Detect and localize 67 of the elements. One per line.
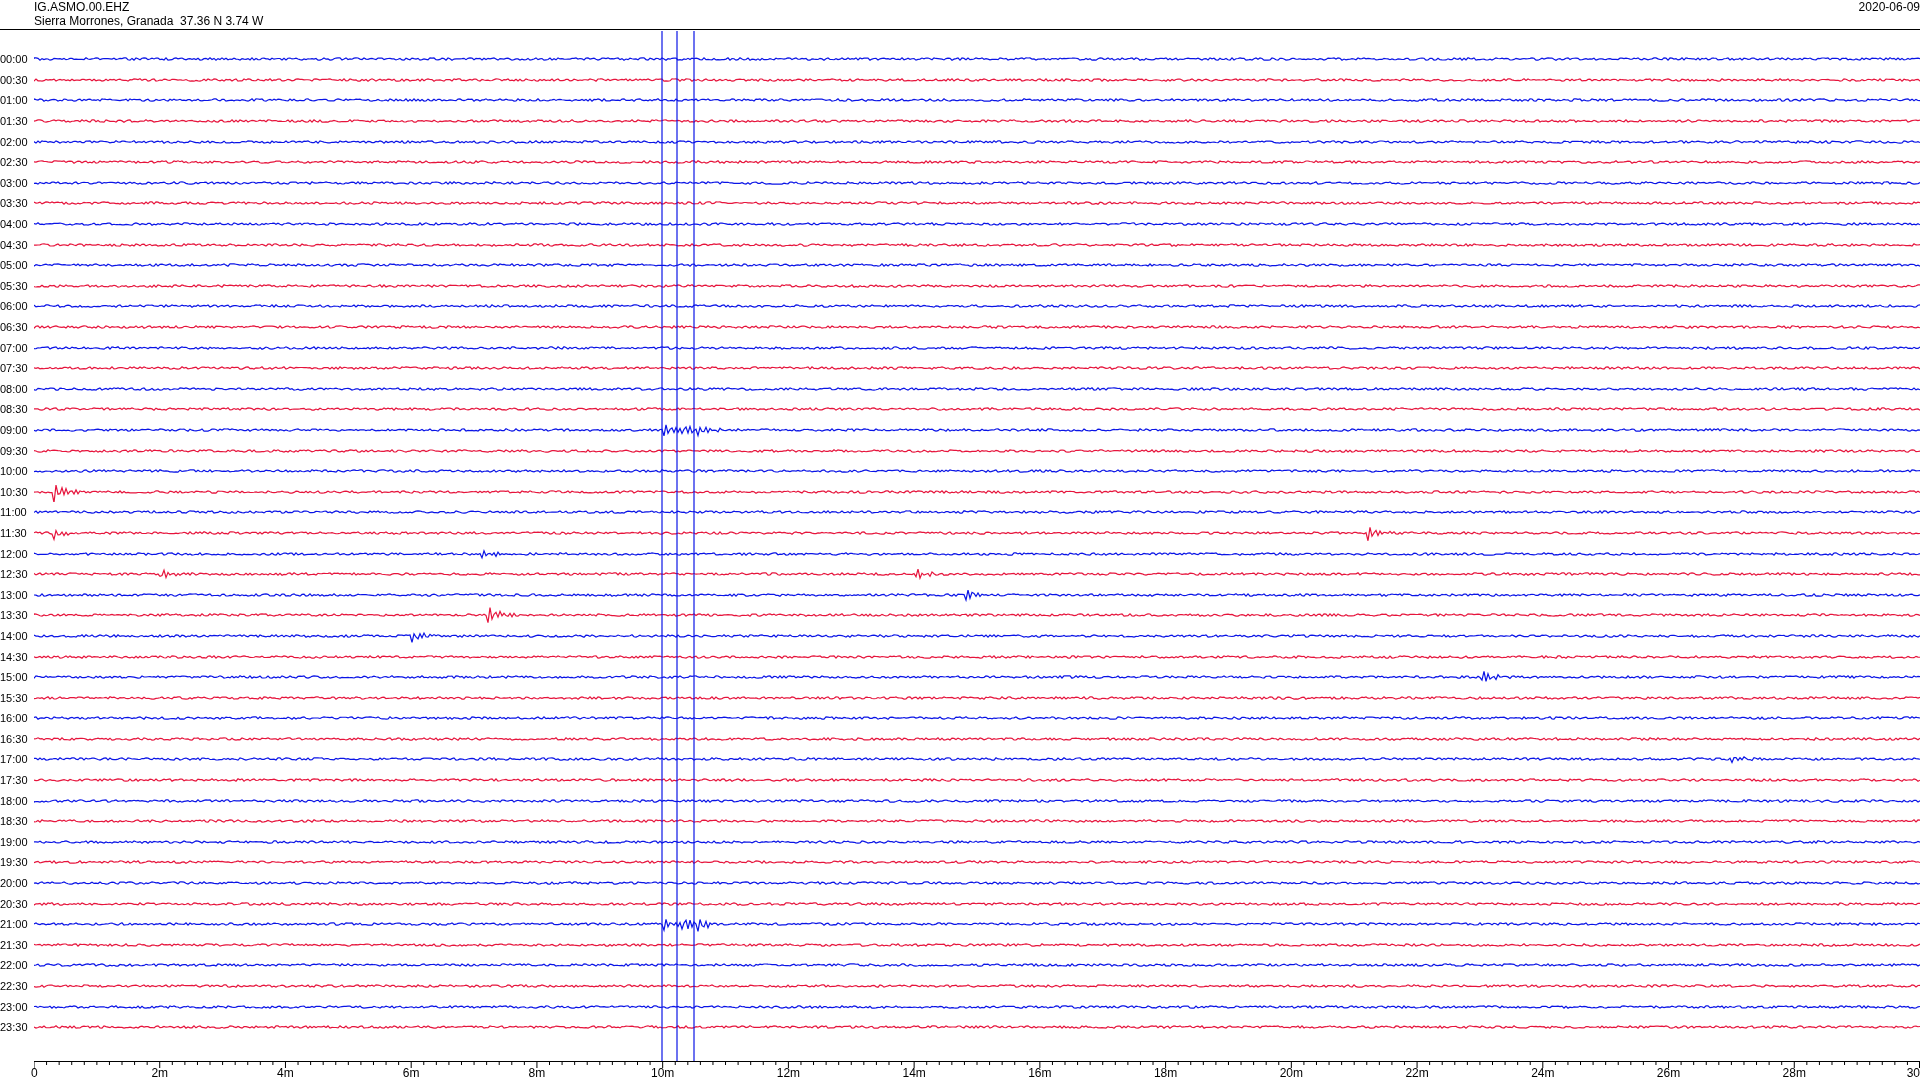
time-label: 15:30	[0, 691, 29, 704]
axis-tick-label: 6m	[402, 1066, 420, 1080]
axis-tick-label: 28m	[1782, 1066, 1806, 1080]
time-label: 19:30	[0, 856, 29, 869]
time-label: 13:00	[0, 588, 29, 601]
axis-tick-label: 12m	[776, 1066, 801, 1080]
time-label: 07:30	[0, 362, 29, 375]
time-label: 19:00	[0, 835, 29, 848]
time-label: 14:00	[0, 629, 29, 642]
time-label: 18:00	[0, 794, 29, 807]
time-label: 20:30	[0, 897, 29, 910]
axis-tick-label: 16m	[1028, 1066, 1052, 1080]
time-label: 02:00	[0, 135, 29, 148]
time-label: 22:00	[0, 959, 29, 972]
time-label: 12:30	[0, 568, 29, 581]
time-label: 04:00	[0, 218, 29, 231]
date-label: 2020-06-09	[1858, 0, 1920, 16]
time-label: 06:00	[0, 300, 29, 313]
time-label: 02:30	[0, 156, 29, 169]
axis-tick-label: 18m	[1153, 1066, 1178, 1080]
axis-tick-label: 20m	[1279, 1066, 1303, 1080]
time-label: 11:00	[0, 506, 28, 519]
time-label: 01:30	[0, 115, 29, 128]
axis-tick-label: 24m	[1531, 1066, 1555, 1080]
time-label: 14:30	[0, 650, 29, 663]
axis-tick-label: 22m	[1405, 1066, 1429, 1080]
time-label: 05:30	[0, 279, 29, 292]
time-label: 12:00	[0, 547, 29, 560]
axis-tick-label: 26m	[1656, 1066, 1681, 1080]
time-label: 09:30	[0, 444, 29, 457]
station-location: Sierra Morrones, Granada 37.36 N 3.74 W	[34, 14, 264, 28]
time-label: 23:00	[0, 1000, 29, 1013]
station-code: IG.ASMO.00.EHZ	[34, 0, 131, 14]
time-label: 21:30	[0, 938, 29, 951]
time-label: 00:00	[0, 53, 29, 66]
time-label: 03:00	[0, 176, 29, 189]
axis-tick-label: 14m	[902, 1066, 926, 1080]
axis-tick-label: 10m	[651, 1066, 675, 1080]
time-label: 03:30	[0, 197, 29, 210]
time-label: 23:30	[0, 1021, 29, 1034]
time-label: 17:30	[0, 774, 29, 787]
time-label: 09:00	[0, 424, 29, 436]
time-label: 08:30	[0, 403, 29, 416]
time-label: 05:00	[0, 259, 29, 272]
axis-tick-label: 0	[31, 1066, 38, 1080]
time-label: 15:00	[0, 671, 29, 684]
time-label: 16:00	[0, 712, 29, 725]
time-label: 10:30	[0, 485, 29, 498]
time-label: 20:00	[0, 877, 29, 890]
time-label: 18:30	[0, 815, 29, 828]
time-label: 10:00	[0, 465, 29, 478]
time-label: 00:30	[0, 73, 29, 86]
axis-tick-label: 4m	[277, 1066, 294, 1080]
time-label: 04:30	[0, 238, 29, 251]
time-label: 13:30	[0, 609, 29, 622]
axis-tick-label: 8m	[528, 1066, 546, 1080]
axis-tick-label: 2m	[151, 1066, 169, 1080]
time-label: 07:00	[0, 341, 29, 354]
axis-tick-label: 30	[1906, 1066, 1920, 1080]
time-label: 16:30	[0, 732, 29, 745]
time-label: 06:30	[0, 321, 29, 333]
time-label: 01:00	[0, 94, 29, 107]
time-label: 21:00	[0, 918, 29, 931]
time-label: 08:00	[0, 382, 29, 395]
time-label: 11:30	[0, 526, 28, 539]
time-label: 17:00	[0, 753, 29, 766]
time-label: 22:30	[0, 980, 29, 992]
